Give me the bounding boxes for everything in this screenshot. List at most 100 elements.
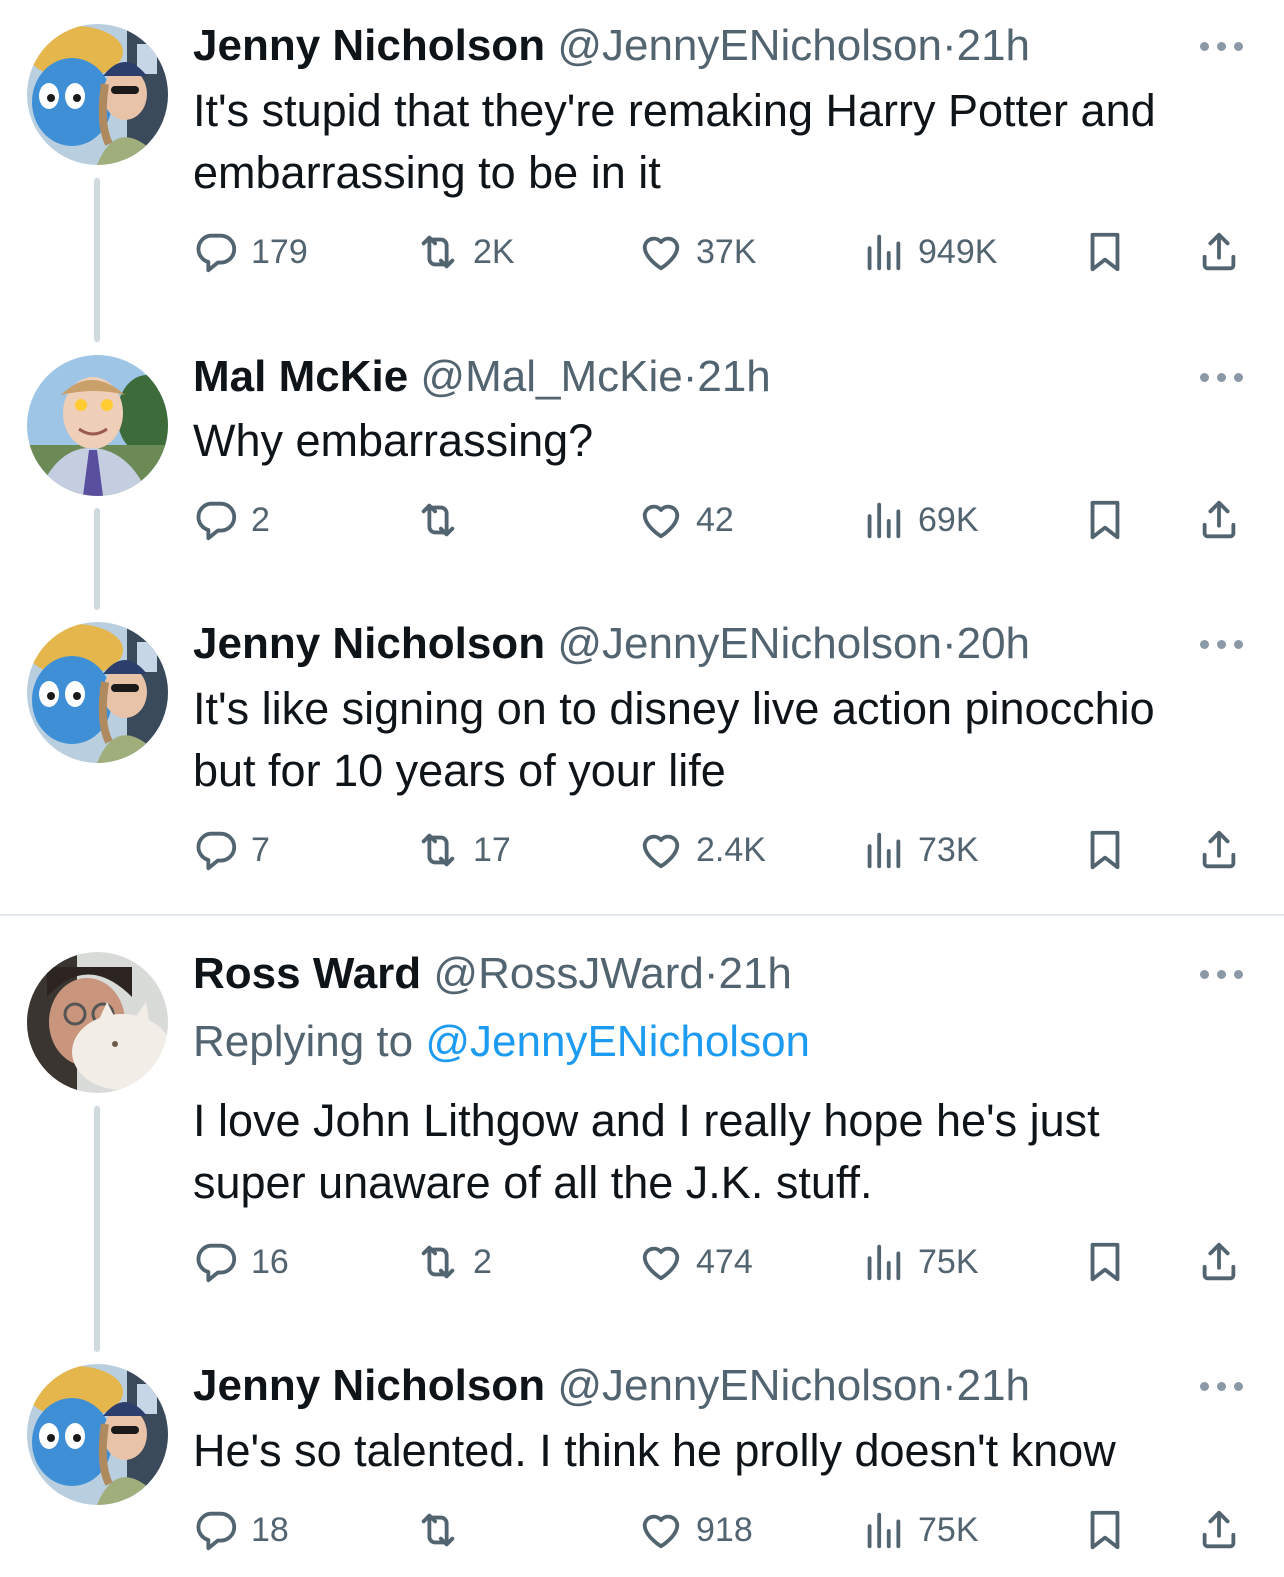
bookmark-button[interactable] xyxy=(1082,1500,1128,1560)
bookmark-button[interactable] xyxy=(1082,222,1128,282)
retweet-button[interactable]: 2K xyxy=(415,222,515,282)
reply-button[interactable]: 7 xyxy=(193,820,270,880)
reply-count: 2 xyxy=(251,500,270,539)
action-bar: 2 42 69K xyxy=(0,490,1284,550)
display-name[interactable]: Jenny Nicholson xyxy=(193,1361,545,1410)
replying-to-handle-link[interactable]: @JennyENicholson xyxy=(425,1017,810,1066)
separator-dot: · xyxy=(682,352,698,401)
tweet-text-line: He's so talented. I think he prolly does… xyxy=(193,1425,1116,1476)
like-count: 37K xyxy=(696,232,757,271)
share-button[interactable] xyxy=(1196,1500,1242,1560)
reply-icon xyxy=(193,1507,239,1553)
retweet-button[interactable]: 17 xyxy=(415,820,511,880)
bookmark-button[interactable] xyxy=(1082,1232,1128,1292)
views-icon xyxy=(860,1239,906,1285)
share-button[interactable] xyxy=(1196,490,1242,550)
reply-button[interactable]: 2 xyxy=(193,490,270,550)
heart-icon xyxy=(638,827,684,873)
separator-dot: · xyxy=(703,949,719,998)
user-handle[interactable]: @JennyENicholson xyxy=(557,21,942,70)
user-handle[interactable]: @JennyENicholson xyxy=(557,1361,942,1410)
views-button[interactable]: 75K xyxy=(860,1232,979,1292)
avatar-image xyxy=(27,622,168,763)
retweet-count: 17 xyxy=(473,830,511,869)
like-button[interactable]: 474 xyxy=(638,1232,753,1292)
more-icon[interactable] xyxy=(1196,36,1248,56)
avatar[interactable] xyxy=(27,355,168,496)
reply-icon xyxy=(193,229,239,275)
avatar[interactable] xyxy=(27,952,168,1093)
display-name[interactable]: Mal McKie xyxy=(193,352,408,401)
more-icon[interactable] xyxy=(1196,367,1248,387)
tweet-text: I love John Lithgow and I really hope he… xyxy=(193,1090,1253,1214)
bookmark-icon xyxy=(1082,827,1128,873)
display-name[interactable]: Ross Ward xyxy=(193,949,421,998)
more-icon[interactable] xyxy=(1196,1376,1248,1396)
like-button[interactable]: 37K xyxy=(638,222,757,282)
like-button[interactable]: 918 xyxy=(638,1500,753,1560)
avatar-image xyxy=(27,1364,168,1505)
tweet-text-line: embarrassing to be in it xyxy=(193,147,661,198)
share-button[interactable] xyxy=(1196,820,1242,880)
timestamp[interactable]: 20h xyxy=(957,619,1030,668)
user-handle[interactable]: @JennyENicholson xyxy=(557,619,942,668)
share-button[interactable] xyxy=(1196,222,1242,282)
timestamp[interactable]: 21h xyxy=(697,352,770,401)
tweet-text-line: I love John Lithgow and I really hope he… xyxy=(193,1095,1100,1146)
views-button[interactable]: 949K xyxy=(860,222,997,282)
reply-button[interactable]: 16 xyxy=(193,1232,289,1292)
avatar-image xyxy=(27,355,168,496)
share-button[interactable] xyxy=(1196,1232,1242,1292)
bookmark-button[interactable] xyxy=(1082,820,1128,880)
views-button[interactable]: 69K xyxy=(860,490,979,550)
timestamp[interactable]: 21h xyxy=(957,21,1030,70)
retweet-button[interactable]: 2 xyxy=(415,1232,492,1292)
retweet-icon xyxy=(415,229,461,275)
like-button[interactable]: 42 xyxy=(638,490,734,550)
share-icon xyxy=(1196,827,1242,873)
user-handle[interactable]: @Mal_McKie xyxy=(420,352,682,401)
tweet-header: Ross Ward @RossJWard·21h xyxy=(193,948,792,1000)
like-count: 42 xyxy=(696,500,734,539)
user-handle[interactable]: @RossJWard xyxy=(433,949,703,998)
retweet-icon xyxy=(415,1507,461,1553)
reply-count: 7 xyxy=(251,830,270,869)
views-button[interactable]: 73K xyxy=(860,820,979,880)
avatar-image xyxy=(27,952,168,1093)
action-bar: 18 918 75K xyxy=(0,1500,1284,1560)
more-icon[interactable] xyxy=(1196,964,1248,984)
action-bar: 16 2 474 75K xyxy=(0,1232,1284,1292)
display-name[interactable]: Jenny Nicholson xyxy=(193,619,545,668)
action-bar: 7 17 2.4K 73K xyxy=(0,820,1284,880)
timestamp[interactable]: 21h xyxy=(718,949,791,998)
heart-icon xyxy=(638,1239,684,1285)
avatar[interactable] xyxy=(27,1364,168,1505)
reply-button[interactable]: 18 xyxy=(193,1500,289,1560)
like-count: 474 xyxy=(696,1242,753,1281)
views-button[interactable]: 75K xyxy=(860,1500,979,1560)
reply-button[interactable]: 179 xyxy=(193,222,308,282)
display-name[interactable]: Jenny Nicholson xyxy=(193,21,545,70)
retweet-icon xyxy=(415,827,461,873)
views-icon xyxy=(860,229,906,275)
reply-icon xyxy=(193,497,239,543)
avatar[interactable] xyxy=(27,24,168,165)
like-count: 918 xyxy=(696,1510,753,1549)
retweet-button[interactable] xyxy=(415,490,473,550)
like-button[interactable]: 2.4K xyxy=(638,820,766,880)
avatar[interactable] xyxy=(27,622,168,763)
heart-icon xyxy=(638,497,684,543)
bookmark-button[interactable] xyxy=(1082,490,1128,550)
retweet-button[interactable] xyxy=(415,1500,473,1560)
more-icon[interactable] xyxy=(1196,634,1248,654)
share-icon xyxy=(1196,229,1242,275)
retweet-icon xyxy=(415,1239,461,1285)
tweet-text: It's stupid that they're remaking Harry … xyxy=(193,80,1253,204)
tweet-text: Why embarrassing? xyxy=(193,410,1253,472)
views-icon xyxy=(860,1507,906,1553)
timestamp[interactable]: 21h xyxy=(957,1361,1030,1410)
separator-dot: · xyxy=(941,619,957,668)
share-icon xyxy=(1196,497,1242,543)
view-count: 69K xyxy=(918,500,979,539)
share-icon xyxy=(1196,1239,1242,1285)
